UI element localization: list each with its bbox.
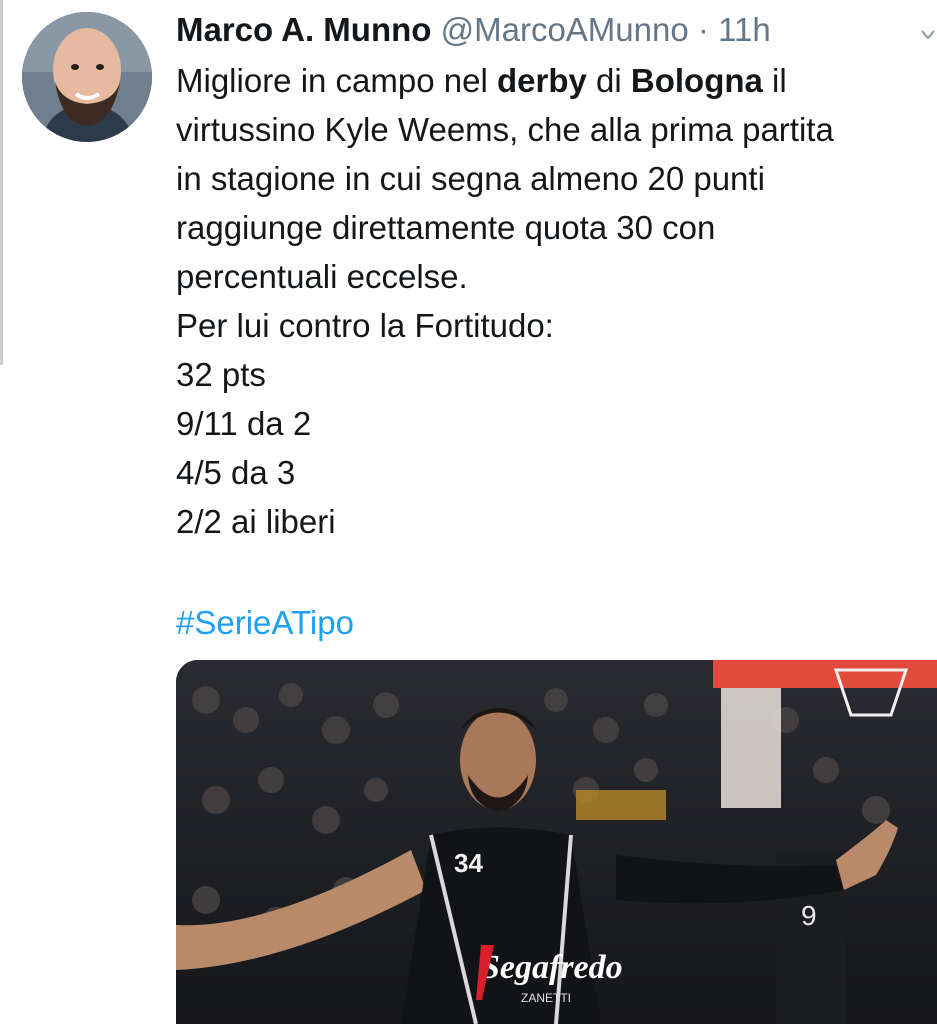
jersey-number: 34: [454, 848, 483, 878]
tweet-text-line: percentuali eccelse.: [176, 258, 468, 295]
basketball-photo: 9 34 Segafredo ZANETTI: [176, 660, 937, 1024]
tweet-text-line: raggiunge direttamente quota 30 con: [176, 209, 716, 246]
tweet-media-photo[interactable]: 9 34 Segafredo ZANETTI: [176, 660, 937, 1024]
tweet-text-line: in stagione in cui segna almeno 20 punti: [176, 160, 765, 197]
bold-text-bologna: Bologna: [630, 62, 763, 99]
text-span: il: [762, 62, 787, 99]
tweet-text: Migliore in campo nel derby di Bologna i…: [176, 56, 937, 546]
hashtag-link[interactable]: #SerieATipo: [176, 598, 354, 647]
jersey-sponsor-sub: ZANETTI: [521, 991, 571, 1005]
tweet-text-line: Migliore in campo nel derby di Bologna i…: [176, 56, 937, 105]
text-span: Migliore in campo nel: [176, 62, 497, 99]
tweet-text-line: Per lui contro la Fortitudo:: [176, 307, 554, 344]
tweet-text-line: virtussino Kyle Weems, che alla prima pa…: [176, 111, 834, 148]
avatar-image: [22, 12, 152, 142]
jersey-sponsor: Segafredo: [481, 949, 623, 986]
stat-line: 4/5 da 3: [176, 454, 296, 491]
author-handle[interactable]: @MarcoAMunno: [441, 11, 689, 48]
text-span: di: [586, 62, 631, 99]
chevron-down-icon[interactable]: [921, 30, 935, 40]
stat-line: 32 pts: [176, 356, 266, 393]
separator-dot: ·: [697, 11, 709, 48]
teammate-number: 9: [801, 900, 817, 931]
tweet-header: Marco A. Munno @MarcoAMunno · 11h: [176, 8, 937, 52]
scroll-rail: [0, 0, 3, 365]
stat-line: 2/2 ai liberi: [176, 503, 336, 540]
bold-text-derby: derby: [496, 62, 587, 99]
stat-line: 9/11 da 2: [176, 405, 312, 442]
tweet-timestamp[interactable]: 11h: [718, 11, 771, 48]
author-avatar[interactable]: [22, 12, 152, 142]
author-name[interactable]: Marco A. Munno: [176, 11, 431, 48]
